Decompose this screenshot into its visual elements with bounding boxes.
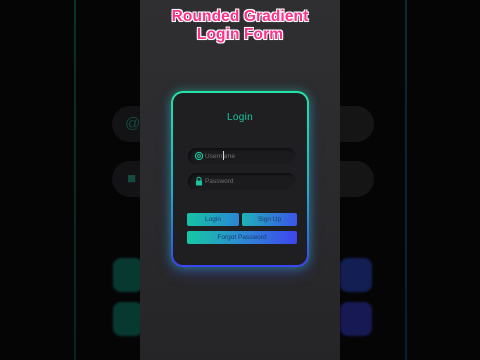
at-sign-icon	[194, 151, 204, 161]
username-field[interactable]	[188, 148, 296, 165]
lock-icon	[196, 176, 202, 186]
heading-line-2: Login Form	[196, 26, 284, 43]
heading-line-1: Rounded Gradient	[171, 8, 309, 25]
login-card: Login Login Sign Up Forgot Password	[171, 91, 309, 267]
username-input[interactable]	[205, 149, 291, 163]
login-button[interactable]: Login	[187, 213, 239, 226]
password-field[interactable]	[188, 173, 296, 190]
background-at-sign-icon: @	[125, 115, 141, 132]
text-cursor	[223, 151, 224, 160]
background-ghost-button	[113, 258, 143, 292]
background-ghost-button	[340, 302, 372, 336]
background-lock-icon: ■	[127, 170, 137, 187]
password-input[interactable]	[205, 174, 291, 188]
signup-button[interactable]: Sign Up	[242, 213, 297, 226]
login-title: Login	[227, 112, 253, 123]
background-ghost-button	[340, 258, 372, 292]
right-glow-line	[405, 0, 407, 360]
forgot-password-button[interactable]: Forgot Password	[187, 231, 297, 244]
left-glow-line	[74, 0, 76, 360]
background-ghost-button	[113, 302, 143, 336]
